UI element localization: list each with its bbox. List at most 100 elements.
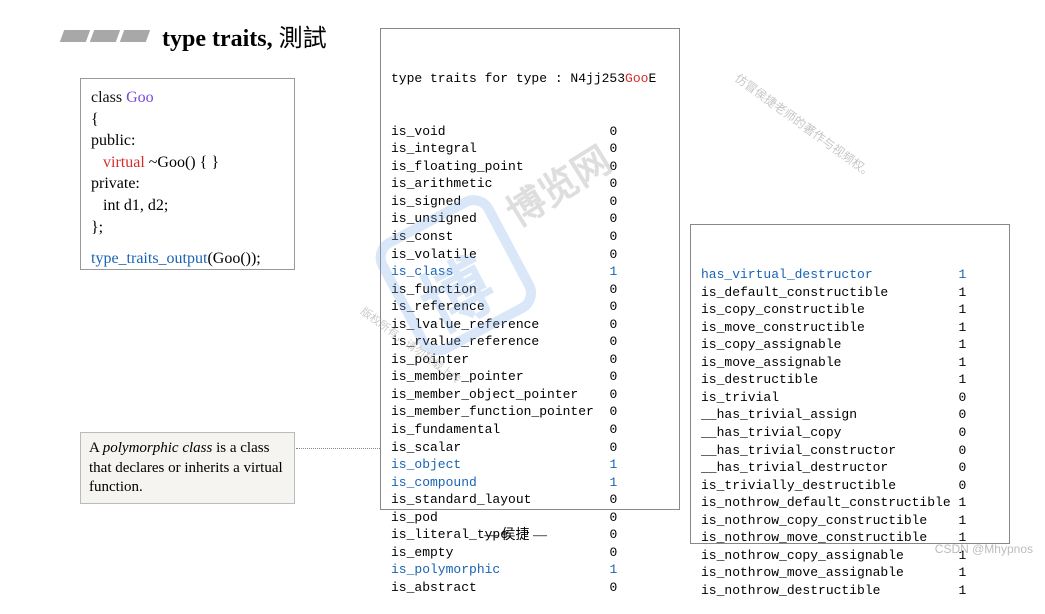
trait-value: 0 <box>958 478 966 493</box>
trait-value: 0 <box>609 317 617 332</box>
trait-key: is_volatile <box>391 247 609 262</box>
note-text: A <box>89 440 103 456</box>
trait-value: 0 <box>609 545 617 560</box>
trait-value: 0 <box>609 299 617 314</box>
traits-header-a: type traits for type : N4jj253 <box>391 71 625 86</box>
trait-row: __has_trivial_copy 0 <box>701 424 999 442</box>
trait-key: is_function <box>391 282 609 297</box>
trait-row: is_object 1 <box>391 456 669 474</box>
trait-row: is_compound 1 <box>391 474 669 492</box>
traits-header-c: E <box>648 71 656 86</box>
trait-row: is_integral 0 <box>391 140 669 158</box>
trait-key: is_integral <box>391 141 609 156</box>
trait-value: 0 <box>609 282 617 297</box>
trait-key: is_compound <box>391 475 609 490</box>
trait-key: __has_trivial_destructor <box>701 460 958 475</box>
trait-row: is_volatile 0 <box>391 246 669 264</box>
trait-key: has_virtual_destructor <box>701 267 958 282</box>
trait-value: 0 <box>609 247 617 262</box>
code-classname: Goo <box>126 89 154 106</box>
traits-output-right: has_virtual_destructor 1is_default_const… <box>690 224 1010 544</box>
trait-key: is_abstract <box>391 580 609 595</box>
trait-key: is_default_constructible <box>701 285 958 300</box>
trait-row: is_lvalue_reference 0 <box>391 316 669 334</box>
trait-row: is_void 0 <box>391 123 669 141</box>
trait-key: is_standard_layout <box>391 492 609 507</box>
code-kw-class: class <box>91 89 126 106</box>
traits-output-mid: type traits for type : N4jj253GooE is_vo… <box>380 28 680 510</box>
trait-row: is_nothrow_copy_constructible 1 <box>701 512 999 530</box>
trait-value: 1 <box>958 495 966 510</box>
trait-key: is_copy_assignable <box>701 337 958 352</box>
trait-row: is_rvalue_reference 0 <box>391 333 669 351</box>
trait-key: __has_trivial_constructor <box>701 443 958 458</box>
trait-row: is_member_pointer 0 <box>391 368 669 386</box>
trait-value: 1 <box>958 302 966 317</box>
trait-row: __has_trivial_destructor 0 <box>701 459 999 477</box>
trait-value: 0 <box>958 425 966 440</box>
trait-row: is_pointer 0 <box>391 351 669 369</box>
trait-row: __has_trivial_constructor 0 <box>701 442 999 460</box>
trait-row: is_unsigned 0 <box>391 210 669 228</box>
trait-value: 1 <box>958 513 966 528</box>
trait-key: is_nothrow_move_assignable <box>701 565 958 580</box>
trait-key: is_copy_constructible <box>701 302 958 317</box>
trait-value: 1 <box>609 264 617 279</box>
trait-value: 1 <box>958 337 966 352</box>
trait-row: is_standard_layout 0 <box>391 491 669 509</box>
trait-key: is_pod <box>391 510 609 525</box>
trait-row: is_abstract 0 <box>391 579 669 597</box>
trait-value: 1 <box>958 583 966 598</box>
trait-value: 0 <box>958 443 966 458</box>
trait-key: is_nothrow_destructible <box>701 583 958 598</box>
code-line: }; <box>91 217 284 239</box>
code-line: public: <box>91 130 284 152</box>
trait-row: is_function 0 <box>391 281 669 299</box>
trait-row: is_fundamental 0 <box>391 421 669 439</box>
trait-value: 0 <box>609 369 617 384</box>
trait-value: 1 <box>958 320 966 335</box>
trait-key: is_lvalue_reference <box>391 317 609 332</box>
trait-key: is_void <box>391 124 609 139</box>
trait-row: is_empty 0 <box>391 544 669 562</box>
code-block-left: class Goo { public: virtual ~Goo() { } p… <box>80 78 295 270</box>
trait-value: 0 <box>609 527 617 542</box>
note-text-italic: polymorphic class <box>103 440 213 456</box>
trait-row: is_scalar 0 <box>391 439 669 457</box>
trait-key: is_pointer <box>391 352 609 367</box>
trait-row: is_arithmetic 0 <box>391 175 669 193</box>
trait-row: is_member_function_pointer 0 <box>391 403 669 421</box>
trait-row: has_virtual_destructor 1 <box>701 266 999 284</box>
code-fn-call: type_traits_output <box>91 250 207 267</box>
trait-key: is_nothrow_copy_constructible <box>701 513 958 528</box>
trait-key: is_trivially_destructible <box>701 478 958 493</box>
trait-key: is_arithmetic <box>391 176 609 191</box>
note-polymorphic: A polymorphic class is a class that decl… <box>80 432 295 504</box>
trait-row: is_copy_constructible 1 <box>701 301 999 319</box>
trait-key: is_scalar <box>391 440 609 455</box>
trait-value: 1 <box>609 457 617 472</box>
watermark-small-1: 仿冒侯捷老师的著作与视频权。 <box>732 72 876 181</box>
code-kw-virtual: virtual <box>103 154 145 171</box>
trait-value: 0 <box>609 580 617 595</box>
trait-key: is_floating_point <box>391 159 609 174</box>
trait-key: is_empty <box>391 545 609 560</box>
trait-value: 0 <box>609 334 617 349</box>
trait-value: 0 <box>609 510 617 525</box>
trait-value: 0 <box>609 159 617 174</box>
trait-value: 0 <box>958 407 966 422</box>
trait-key: is_polymorphic <box>391 562 609 577</box>
connector-line <box>296 448 380 449</box>
trait-value: 0 <box>609 422 617 437</box>
trait-value: 0 <box>958 460 966 475</box>
code-line: { <box>91 109 284 131</box>
trait-row: is_nothrow_default_constructible 1 <box>701 494 999 512</box>
trait-value: 1 <box>958 355 966 370</box>
trait-row: __has_trivial_assign 0 <box>701 406 999 424</box>
slide-title: type traits, 測試 <box>162 18 327 53</box>
trait-value: 1 <box>609 562 617 577</box>
trait-row: is_destructible 1 <box>701 371 999 389</box>
trait-value: 1 <box>958 372 966 387</box>
trait-key: is_move_assignable <box>701 355 958 370</box>
trait-key: is_fundamental <box>391 422 609 437</box>
